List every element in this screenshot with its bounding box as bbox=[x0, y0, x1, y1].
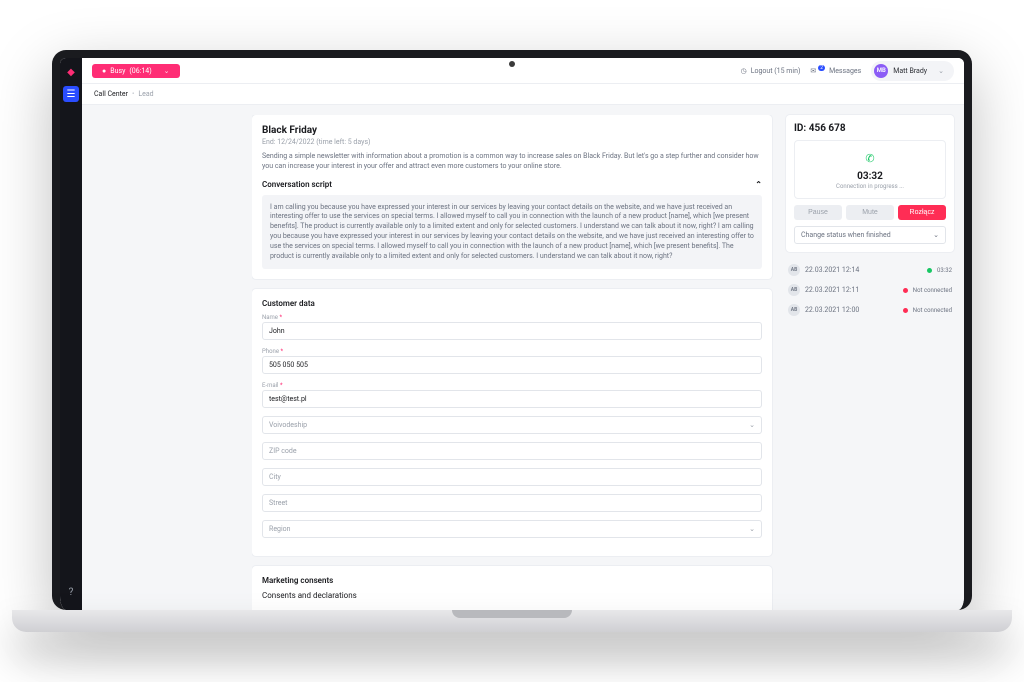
consents-heading: Marketing consents bbox=[262, 576, 762, 585]
street-field[interactable]: Street bbox=[262, 494, 762, 512]
consents-card: Marketing consents Consents and declarat… bbox=[252, 566, 772, 610]
phone-ring-icon: ✆ bbox=[861, 149, 879, 167]
user-menu[interactable]: MB Matt Brady ⌄ bbox=[871, 61, 954, 81]
avatar: AB bbox=[788, 304, 800, 316]
status-dot-icon bbox=[903, 308, 908, 313]
status-selector[interactable]: ● Busy (06:14) ⌄ bbox=[92, 64, 180, 78]
status-dot-icon bbox=[927, 268, 932, 273]
chevron-down-icon: ⌄ bbox=[933, 231, 939, 239]
user-name: Matt Brady bbox=[893, 67, 927, 75]
call-panel: ID: 456 678 ✆ 03:32 Connection in progre… bbox=[786, 115, 954, 252]
logout-link[interactable]: ◷ Logout (15 min) bbox=[741, 67, 801, 75]
call-timer: 03:32 bbox=[803, 171, 937, 182]
email-field[interactable]: test@test.pl bbox=[262, 390, 762, 408]
topbar: ● Busy (06:14) ⌄ ◷ Logout (15 min) ✉ 2 M… bbox=[82, 58, 964, 84]
chevron-down-icon: ⌄ bbox=[749, 421, 755, 429]
customer-heading: Customer data bbox=[262, 299, 762, 308]
status-dot-icon bbox=[903, 288, 908, 293]
campaign-body: Sending a simple newsletter with informa… bbox=[262, 152, 762, 172]
crumb-root[interactable]: Call Center bbox=[94, 90, 128, 98]
customer-card: Customer data Name * John Phone * 505 05… bbox=[252, 289, 772, 556]
chevron-down-icon: ⌄ bbox=[164, 67, 170, 75]
status-dot-icon: ● bbox=[102, 67, 106, 75]
campaign-card: Black Friday End: 12/24/2022 (time left:… bbox=[252, 115, 772, 279]
zip-field[interactable]: ZIP code bbox=[262, 442, 762, 460]
status-label: Busy bbox=[110, 67, 125, 75]
consents-sub[interactable]: Consents and declarations bbox=[262, 591, 762, 600]
nav-call-center-icon[interactable]: ☰ bbox=[63, 86, 79, 102]
avatar: AB bbox=[788, 264, 800, 276]
log-row[interactable]: AB 22.03.2021 12:14 03:32 bbox=[786, 260, 954, 280]
chevron-up-icon: ⌃ bbox=[755, 180, 762, 189]
city-field[interactable]: City bbox=[262, 468, 762, 486]
region-select[interactable]: Region ⌄ bbox=[262, 520, 762, 538]
label-phone: Phone * bbox=[262, 348, 762, 355]
script-text: I am calling you because you have expres… bbox=[262, 195, 762, 270]
label-email: E-mail * bbox=[262, 382, 762, 389]
avatar: MB bbox=[874, 64, 888, 78]
call-log: AB 22.03.2021 12:14 03:32 AB 22.03.2021 … bbox=[786, 260, 954, 320]
crumb-leaf: Lead bbox=[138, 90, 153, 98]
chevron-down-icon: ⌄ bbox=[749, 525, 755, 533]
log-row[interactable]: AB 22.03.2021 12:11 Not connected bbox=[786, 280, 954, 300]
pause-button[interactable]: Pause bbox=[794, 205, 842, 220]
mute-button[interactable]: Mute bbox=[846, 205, 894, 220]
label-name: Name * bbox=[262, 314, 762, 321]
finish-status-select[interactable]: Change status when finished ⌄ bbox=[794, 226, 946, 244]
campaign-subtitle: End: 12/24/2022 (time left: 5 days) bbox=[262, 138, 762, 146]
script-toggle[interactable]: Conversation script ⌃ bbox=[262, 180, 762, 189]
campaign-title: Black Friday bbox=[262, 125, 762, 136]
log-row[interactable]: AB 22.03.2021 12:00 Not connected bbox=[786, 300, 954, 320]
voivodeship-select[interactable]: Voivodeship ⌄ bbox=[262, 416, 762, 434]
status-time: (06:14) bbox=[129, 67, 151, 75]
messages-badge: 2 bbox=[818, 65, 825, 71]
logo-icon[interactable]: ◆ bbox=[63, 64, 79, 80]
avatar: AB bbox=[788, 284, 800, 296]
lead-id: ID: 456 678 bbox=[794, 123, 946, 134]
phone-field[interactable]: 505 050 505 bbox=[262, 356, 762, 374]
call-status: Connection in progress ... bbox=[803, 183, 937, 190]
chevron-down-icon: ⌄ bbox=[938, 67, 944, 75]
breadcrumb: Call Center • Lead bbox=[82, 84, 964, 105]
sidebar: ◆ ☰ ? bbox=[60, 58, 82, 610]
messages-link[interactable]: ✉ 2 Messages bbox=[810, 67, 861, 75]
mail-icon: ✉ bbox=[810, 67, 816, 75]
clock-icon: ◷ bbox=[741, 67, 747, 75]
help-icon[interactable]: ? bbox=[69, 587, 74, 598]
hangup-button[interactable]: Rozłącz bbox=[898, 205, 946, 220]
name-field[interactable]: John bbox=[262, 322, 762, 340]
